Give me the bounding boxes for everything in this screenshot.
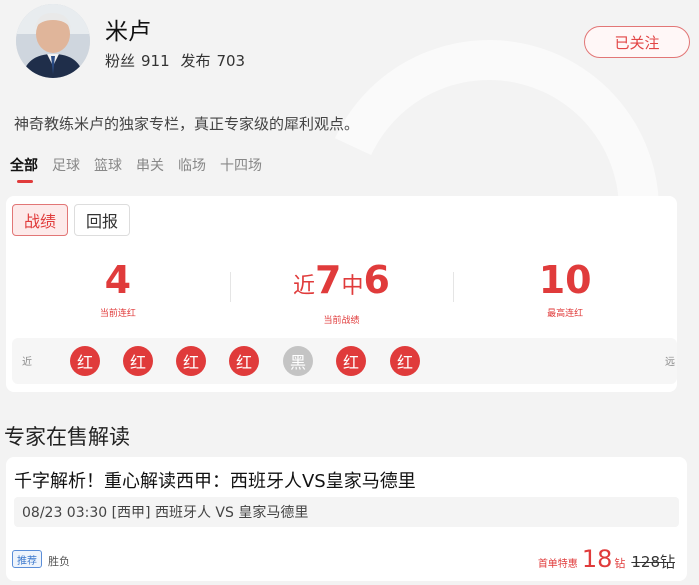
fans-count: 911 [141,52,170,70]
match-info: 08/23 03:30 [西甲] 西班牙人 VS 皇家马德里 [14,497,679,527]
recent-mid: 中 [341,274,364,299]
profile-header: 米卢 粉丝 911 发布 703 已关注 [0,0,699,100]
near-label: 近 [22,357,32,368]
avatar[interactable] [16,4,90,78]
recent-record-value: 近7中6 [230,256,454,311]
price-area[interactable]: 首单特惠 18 钻 128钻 [538,545,675,573]
current-streak-label: 当前连红 [99,309,136,319]
result-dot: 红 [336,346,366,376]
profile-stats: 粉丝 911 发布 703 [105,50,251,71]
tab-fourteen[interactable]: 十四场 [220,155,262,181]
section-title: 专家在售解读 [4,425,130,449]
old-price: 128钻 [631,553,675,571]
current-streak-value: 4 [104,258,132,302]
current-streak-stat: 4 当前连红 [6,256,230,326]
result-dot: 红 [123,346,153,376]
recent-prefix: 近 [293,274,316,299]
tab-basketball[interactable]: 篮球 [94,155,122,181]
recent-results-row: 近 红 红 红 红 黑 红 红 远 [12,338,677,384]
price-value: 18 [581,545,613,573]
article-card[interactable]: 千字解析！重心解读西甲：西班牙人VS皇家马德里 08/23 03:30 [西甲]… [6,457,687,581]
tab-live[interactable]: 临场 [178,155,206,181]
record-card: 战绩 回报 4 当前连红 近7中6 当前战绩 10 最高连红 近 红 红 红 红… [6,196,677,392]
tab-football[interactable]: 足球 [52,155,80,181]
posts-count: 703 [216,52,246,70]
follow-button[interactable]: 已关注 [584,26,690,58]
result-dot: 黑 [283,346,313,376]
tab-all[interactable]: 全部 [10,155,38,183]
result-dot: 红 [176,346,206,376]
category-tabs: 全部 足球 篮球 串关 临场 十四场 [10,155,262,183]
price-unit: 钻 [614,557,626,570]
price-label: 首单特惠 [537,559,578,570]
tab-parlay[interactable]: 串关 [136,155,164,181]
recent-hits: 6 [363,258,390,302]
result-dot: 红 [70,346,100,376]
best-streak-value: 10 [538,258,592,302]
record-segment-control: 战绩 回报 [12,204,131,236]
profile-description: 神奇教练米卢的独家专栏，真正专家级的犀利观点。 [14,115,360,133]
fans-label: 粉丝 [105,52,136,70]
result-dot: 红 [229,346,259,376]
recommend-tag: 推荐 [12,550,42,568]
posts-label: 发布 [180,52,211,70]
article-title[interactable]: 千字解析！重心解读西甲：西班牙人VS皇家马德里 [14,467,416,493]
far-label: 远 [665,357,675,368]
best-streak-label: 最高连红 [547,309,584,319]
best-streak-stat: 10 最高连红 [453,256,677,326]
recent-record-stat: 近7中6 当前战绩 [229,256,454,326]
segment-record[interactable]: 战绩 [12,204,69,236]
result-dot: 红 [390,346,420,376]
recent-record-label: 当前战绩 [323,316,360,326]
play-type: 胜负 [48,555,70,568]
record-stats: 4 当前连红 近7中6 当前战绩 10 最高连红 [6,256,677,326]
segment-return[interactable]: 回报 [74,204,131,236]
recent-total: 7 [315,258,342,302]
expert-name: 米卢 [105,19,151,45]
